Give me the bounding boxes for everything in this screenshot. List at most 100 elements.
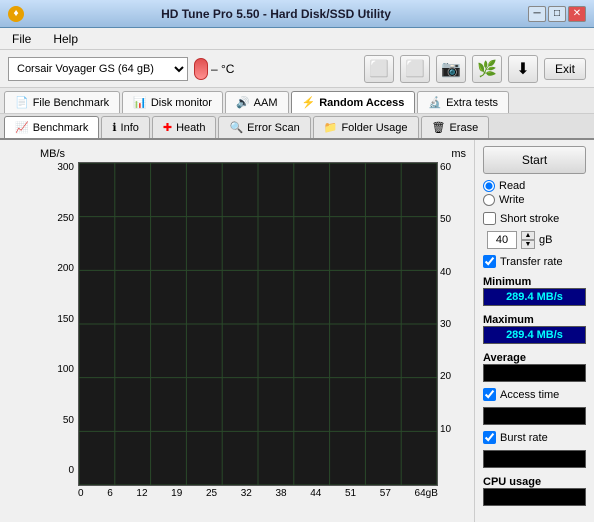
write-label: Write: [499, 194, 524, 206]
minimum-label: Minimum: [483, 276, 586, 288]
read-radio[interactable]: [483, 180, 495, 192]
read-label: Read: [499, 180, 525, 192]
short-stroke-checkbox[interactable]: [483, 212, 496, 225]
y-right-20: 20: [440, 371, 451, 382]
tab-error-scan-label: Error Scan: [247, 122, 300, 134]
tab-erase[interactable]: 🗑 Erase: [421, 116, 490, 138]
y-right-30: 30: [440, 319, 451, 330]
tabs-row1: 📄 File Benchmark 📊 Disk monitor 🔊 AAM ⚡ …: [0, 88, 594, 114]
menu-help[interactable]: Help: [47, 30, 84, 48]
disk-selector[interactable]: Corsair Voyager GS (64 gB): [8, 57, 188, 81]
thermometer-icon: [194, 58, 208, 80]
x-label-38: 38: [275, 488, 286, 506]
average-stat: Average: [483, 350, 586, 382]
gb-label: gB: [539, 234, 552, 246]
access-time-row: Access time: [483, 388, 586, 401]
tab-disk-monitor-label: Disk monitor: [151, 97, 212, 109]
y-label-300: 300: [57, 162, 74, 173]
menu-file[interactable]: File: [6, 30, 37, 48]
title-bar-text: HD Tune Pro 5.50 - Hard Disk/SSD Utility: [24, 7, 528, 21]
toolbar-btn-5[interactable]: ⬇: [508, 55, 538, 83]
tab-error-scan[interactable]: 🔍 Error Scan: [218, 116, 310, 138]
tab-file-benchmark[interactable]: 📄 File Benchmark: [4, 91, 120, 113]
toolbar-btn-1[interactable]: ⬜: [364, 55, 394, 83]
chart-canvas-wrapper: [78, 162, 438, 486]
tabs-row2: 📈 Benchmark ℹ Info ✚ Heath 🔍 Error Scan …: [0, 114, 594, 140]
toolbar-btn-3[interactable]: 📷: [436, 55, 466, 83]
tab-aam[interactable]: 🔊 AAM: [225, 91, 289, 113]
tab-folder-usage[interactable]: 📁 Folder Usage: [313, 116, 419, 138]
menu-bar: File Help: [0, 28, 594, 50]
transfer-rate-checkbox[interactable]: [483, 255, 496, 268]
tab-random-access-label: Random Access: [319, 97, 404, 109]
read-write-group: Read Write: [483, 180, 586, 206]
x-label-19: 19: [171, 488, 182, 506]
x-label-32: 32: [241, 488, 252, 506]
x-label-51: 51: [345, 488, 356, 506]
erase-icon: 🗑: [432, 121, 446, 134]
random-access-icon: ⚡: [302, 96, 316, 109]
tab-disk-monitor[interactable]: 📊 Disk monitor: [122, 91, 223, 113]
y-axis-left-labels: 300 250 200 150 100 50 0: [40, 162, 78, 476]
maximize-button[interactable]: □: [548, 6, 566, 22]
x-axis-labels: 0 6 12 19 25 32 38 44 51 57 64gB: [78, 488, 438, 506]
disk-monitor-icon: 📊: [133, 96, 147, 109]
info-icon: ℹ: [112, 121, 116, 134]
file-benchmark-icon: 📄: [15, 96, 29, 109]
access-time-checkbox[interactable]: [483, 388, 496, 401]
main-content: MB/s ms 300 250 200 150 100 50 0: [0, 140, 594, 522]
minimize-button[interactable]: ─: [528, 6, 546, 22]
y-label-100: 100: [57, 364, 74, 375]
title-controls: ─ □ ✕: [528, 6, 586, 22]
maximum-label: Maximum: [483, 314, 586, 326]
x-label-6: 6: [107, 488, 113, 506]
y-label-200: 200: [57, 263, 74, 274]
toolbar-btn-4[interactable]: 🌿: [472, 55, 502, 83]
x-label-0: 0: [78, 488, 84, 506]
burst-rate-row: Burst rate: [483, 431, 586, 444]
y-right-50: 50: [440, 214, 451, 225]
x-label-64gb: 64gB: [415, 488, 438, 506]
y-axis-right-labels: 60 50 40 30 20 10: [438, 162, 466, 476]
close-button[interactable]: ✕: [568, 6, 586, 22]
benchmark-icon: 📈: [15, 121, 29, 134]
y-label-0: 0: [68, 465, 74, 476]
chart-axis-labels: MB/s ms: [40, 148, 466, 160]
average-label: Average: [483, 352, 586, 364]
start-button[interactable]: Start: [483, 146, 586, 174]
app-icon: ♦: [8, 6, 24, 22]
tab-extra-tests[interactable]: 🔬 Extra tests: [417, 91, 509, 113]
spinner-up-button[interactable]: ▲: [521, 231, 535, 240]
minimum-value: 289.4 MB/s: [483, 288, 586, 306]
tab-folder-usage-label: Folder Usage: [341, 122, 407, 134]
tab-info[interactable]: ℹ Info: [101, 116, 150, 138]
tab-aam-label: AAM: [254, 97, 278, 109]
temperature-display: – °C: [194, 58, 234, 80]
tab-random-access[interactable]: ⚡ Random Access: [291, 91, 416, 113]
tab-health[interactable]: ✚ Heath: [152, 116, 217, 138]
write-option[interactable]: Write: [483, 194, 586, 206]
toolbar-btn-2[interactable]: ⬜: [400, 55, 430, 83]
tab-info-label: Info: [121, 122, 139, 134]
spinner-down-button[interactable]: ▼: [521, 240, 535, 249]
maximum-stat: Maximum 289.4 MB/s: [483, 312, 586, 344]
access-time-value: [483, 407, 586, 425]
burst-rate-checkbox[interactable]: [483, 431, 496, 444]
health-icon: ✚: [163, 121, 172, 134]
aam-icon: 🔊: [236, 96, 250, 109]
burst-rate-label: Burst rate: [500, 432, 548, 444]
cpu-usage-stat: CPU usage: [483, 474, 586, 506]
x-label-44: 44: [310, 488, 321, 506]
short-stroke-label: Short stroke: [500, 213, 559, 225]
x-label-12: 12: [136, 488, 147, 506]
write-radio[interactable]: [483, 194, 495, 206]
y-label-150: 150: [57, 314, 74, 325]
left-axis-label: MB/s: [40, 148, 65, 160]
cpu-usage-label: CPU usage: [483, 476, 586, 488]
gb-spinner-input[interactable]: [487, 231, 517, 249]
right-panel: Start Read Write Short stroke ▲ ▼ gB: [474, 140, 594, 522]
read-option[interactable]: Read: [483, 180, 586, 192]
tab-benchmark[interactable]: 📈 Benchmark: [4, 116, 99, 138]
exit-button[interactable]: Exit: [544, 58, 586, 80]
title-bar: ♦ HD Tune Pro 5.50 - Hard Disk/SSD Utili…: [0, 0, 594, 28]
